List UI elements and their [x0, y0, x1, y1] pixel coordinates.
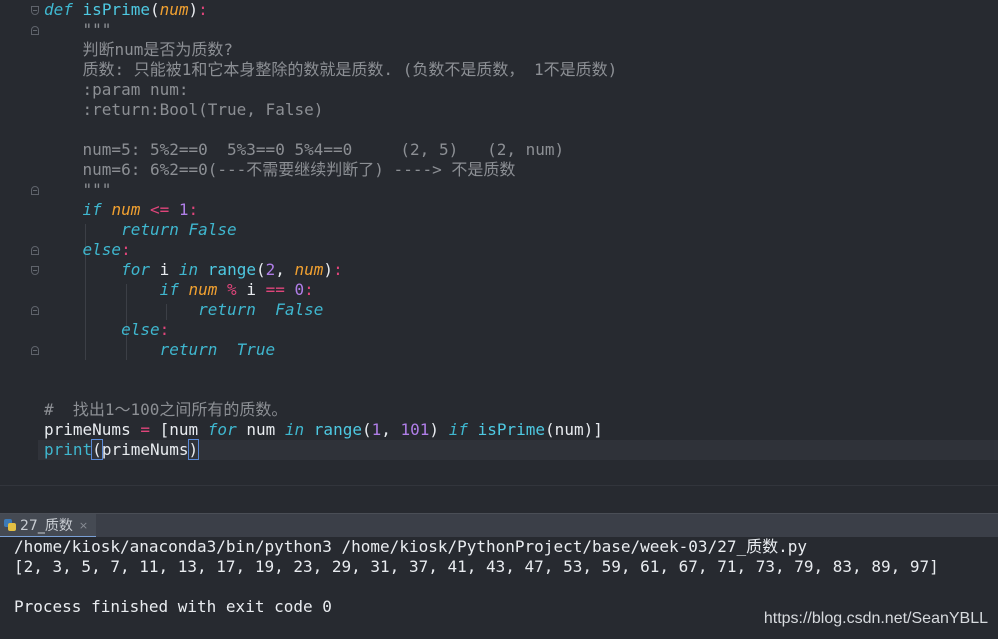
code-line-def: def isPrime(num):	[44, 0, 208, 19]
close-icon[interactable]: ×	[79, 519, 88, 532]
docstring-line: num=6: 6%2==0(---不需要继续判断了) ----> 不是质数	[82, 160, 516, 179]
code-lines: def isPrime(num): """ 判断num是否为质数? 质数: 只能…	[44, 0, 994, 460]
docstring-open: """	[82, 20, 112, 39]
code-line-if: if num % i == 0:	[159, 280, 314, 299]
python-file-icon	[4, 519, 16, 531]
code-editor[interactable]: − − − − − − − def isPrime(num): """ 判断nu…	[0, 0, 998, 485]
fold-marker-icon[interactable]: −	[31, 306, 39, 315]
docstring-line: 质数: 只能被1和它本身整除的数就是质数. (负数不是质数， 1不是质数)	[82, 60, 618, 79]
fold-marker-icon[interactable]: −	[31, 266, 39, 275]
code-line-assign: primeNums = [num for num in range(1, 101…	[44, 420, 603, 439]
fold-marker-icon[interactable]: −	[31, 26, 39, 35]
console-command-line: /home/kiosk/anaconda3/bin/python3 /home/…	[14, 537, 807, 556]
run-tab-label: 27_质数	[20, 518, 73, 534]
docstring-line: :param num:	[82, 80, 189, 99]
docstring-line: num=5: 5%2==0 5%3==0 5%4==0 (2, 5) (2, n…	[82, 140, 565, 159]
editor-gutter: − − − − − − −	[0, 0, 39, 485]
code-line-print[interactable]: print(primeNums)	[44, 439, 994, 460]
fold-marker-icon[interactable]: −	[31, 186, 39, 195]
code-line-return: return False	[198, 300, 324, 319]
fold-marker-icon[interactable]: −	[31, 6, 39, 15]
code-line-if: if num <= 1:	[82, 200, 199, 219]
console-output-line: [2, 3, 5, 7, 11, 13, 17, 19, 23, 29, 31,…	[14, 557, 939, 576]
console-exit-line: Process finished with exit code 0	[14, 597, 332, 616]
docstring-line: :return:Bool(True, False)	[82, 100, 324, 119]
code-comment: # 找出1～100之间所有的质数。	[44, 400, 288, 419]
fold-marker-icon[interactable]: −	[31, 346, 39, 355]
run-tab[interactable]: 27_质数 ×	[0, 514, 97, 538]
code-line-else: else:	[82, 240, 131, 259]
code-line-else: else:	[121, 320, 170, 339]
code-line-for: for i in range(2, num):	[121, 260, 343, 279]
docstring-close: """	[82, 180, 112, 199]
code-line-return: return False	[121, 220, 237, 239]
editor-bottom-spacer	[0, 485, 998, 514]
code-line-return: return True	[159, 340, 276, 359]
run-tool-window-tabs: 27_质数 ×	[0, 513, 998, 538]
docstring-line: 判断num是否为质数?	[82, 40, 234, 59]
watermark: https://blog.csdn.net/SeanYBLL	[763, 610, 988, 627]
fold-marker-icon[interactable]: −	[31, 246, 39, 255]
